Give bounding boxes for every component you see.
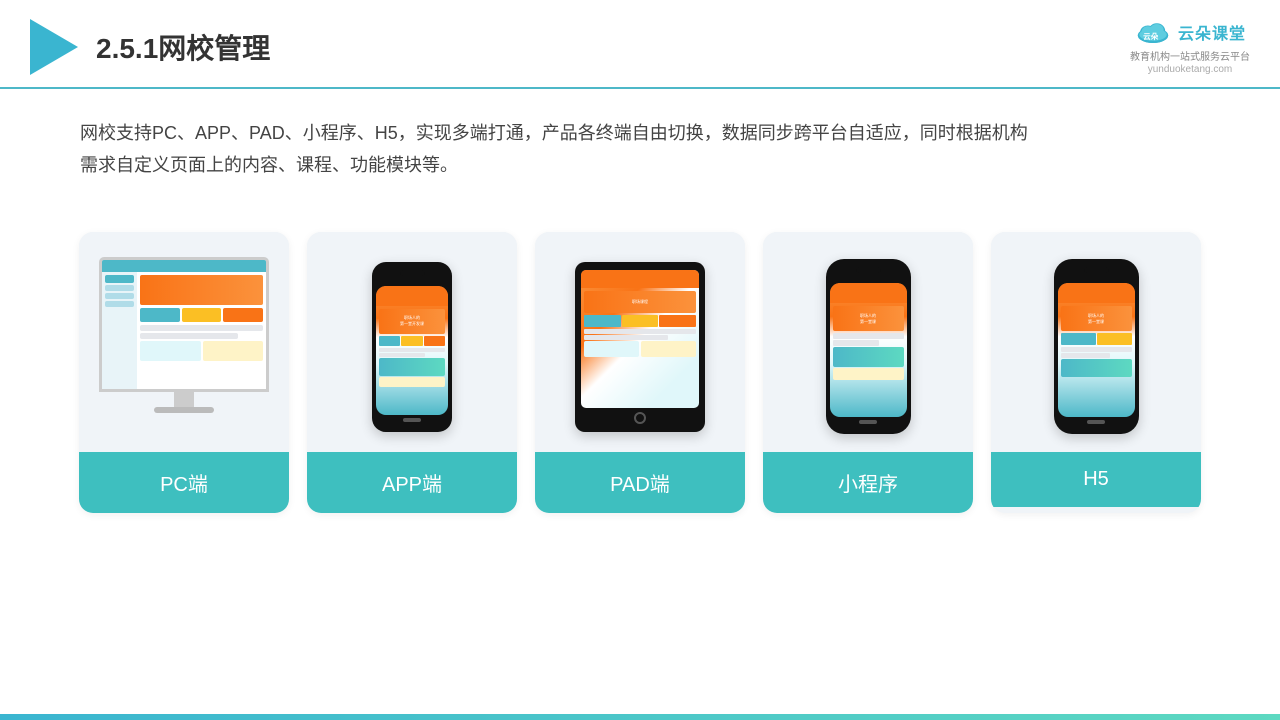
phone-home-button-h5 bbox=[1087, 420, 1105, 424]
brand-url: yunduoketang.com bbox=[1148, 64, 1233, 75]
phone-screen-app: 职场人的第一堂开发课 bbox=[376, 286, 448, 415]
title-main: 网校管理 bbox=[158, 33, 270, 64]
card-image-h5: 职场人的第一堂课 bbox=[991, 232, 1201, 452]
phone-notch bbox=[400, 270, 425, 276]
cloud-icon: 云朵 bbox=[1134, 18, 1172, 46]
phone-mockup-app: 职场人的第一堂开发课 bbox=[372, 262, 452, 432]
header: 2.5.1网校管理 云朵 云朵课堂 教育机构一站式服务云平台 yunduoket… bbox=[0, 0, 1280, 89]
phone-notch-mini bbox=[856, 267, 881, 273]
card-mini: 职场人的第一堂课 小程序 bbox=[763, 232, 973, 513]
phone-screen-h5: 职场人的第一堂课 bbox=[1058, 283, 1135, 417]
brand-area: 云朵 云朵课堂 教育机构一站式服务云平台 yunduoketang.com bbox=[1130, 18, 1250, 75]
description-line1: 网校支持PC、APP、PAD、小程序、H5，实现多端打通，产品各终端自由切换，数… bbox=[80, 117, 1200, 149]
phone-screen-mini: 职场人的第一堂课 bbox=[830, 283, 907, 417]
card-image-pc bbox=[79, 232, 289, 452]
description-line2: 需求自定义页面上的内容、课程、功能模块等。 bbox=[80, 149, 1200, 181]
svg-text:云朵: 云朵 bbox=[1143, 31, 1159, 41]
card-h5: 职场人的第一堂课 H5 bbox=[991, 232, 1201, 513]
tablet-mockup: 职场课程 bbox=[575, 262, 705, 432]
card-image-app: 职场人的第一堂开发课 bbox=[307, 232, 517, 452]
card-image-pad: 职场课程 bbox=[535, 232, 745, 452]
header-left: 2.5.1网校管理 bbox=[30, 19, 270, 75]
card-label-h5: H5 bbox=[991, 452, 1201, 507]
brand-tagline: 教育机构一站式服务云平台 bbox=[1130, 48, 1250, 63]
pc-mockup bbox=[99, 257, 269, 437]
brand-logo: 云朵 云朵课堂 bbox=[1134, 18, 1246, 46]
bottom-bar bbox=[0, 714, 1280, 720]
tablet-screen: 职场课程 bbox=[581, 270, 699, 408]
phone-home-button bbox=[403, 418, 421, 422]
card-label-app: APP端 bbox=[307, 452, 517, 513]
pc-screen bbox=[99, 257, 269, 392]
phone-mockup-mini: 职场人的第一堂课 bbox=[826, 259, 911, 434]
tablet-home-button bbox=[634, 412, 646, 424]
cards-container: PC端 职场人的第一堂开发课 bbox=[0, 212, 1280, 543]
card-image-mini: 职场人的第一堂课 bbox=[763, 232, 973, 452]
card-pad: 职场课程 bbox=[535, 232, 745, 513]
page-title: 2.5.1网校管理 bbox=[96, 27, 270, 67]
phone-notch-h5 bbox=[1084, 267, 1109, 273]
card-pc: PC端 bbox=[79, 232, 289, 513]
phone-mockup-h5: 职场人的第一堂课 bbox=[1054, 259, 1139, 434]
phone-home-button-mini bbox=[859, 420, 877, 424]
logo-triangle-icon bbox=[30, 19, 78, 75]
card-label-pad: PAD端 bbox=[535, 452, 745, 513]
brand-name: 云朵课堂 bbox=[1178, 20, 1246, 44]
title-prefix: 2.5.1 bbox=[96, 33, 158, 64]
card-label-pc: PC端 bbox=[79, 452, 289, 513]
card-app: 职场人的第一堂开发课 APP端 bbox=[307, 232, 517, 513]
description-area: 网校支持PC、APP、PAD、小程序、H5，实现多端打通，产品各终端自由切换，数… bbox=[0, 89, 1280, 202]
card-label-mini: 小程序 bbox=[763, 452, 973, 513]
